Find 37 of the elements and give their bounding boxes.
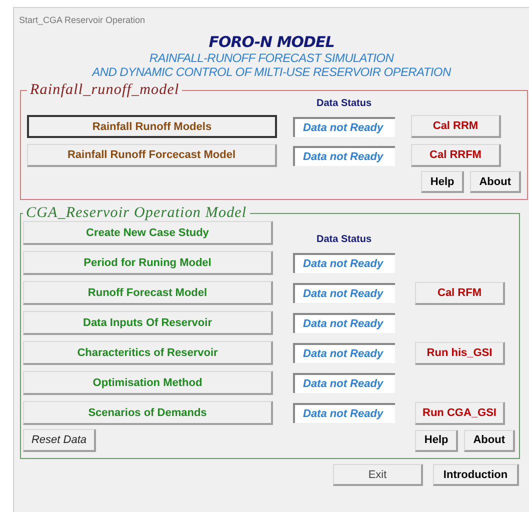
- module-button[interactable]: Characteritics of Reservoir: [23, 341, 273, 365]
- status-field: Data not Ready: [293, 313, 395, 333]
- status-field: Data not Ready: [293, 253, 395, 273]
- window-title: Start_CGA Reservoir Operation: [19, 14, 146, 24]
- module-button[interactable]: Rainfall Runoff Models: [27, 115, 277, 138]
- group-legend: Rainfall_runoff_model: [27, 83, 182, 98]
- column-heading: Data Status: [315, 98, 372, 109]
- action-button[interactable]: Cal RFM: [415, 282, 505, 304]
- dialog-button[interactable]: Help: [421, 171, 464, 193]
- module-button[interactable]: Data Inputs Of Reservoir: [23, 311, 273, 335]
- reset-button[interactable]: Reset Data: [23, 429, 96, 452]
- dialog-button[interactable]: Exit: [333, 464, 423, 486]
- module-button[interactable]: Create New Case Study: [23, 221, 273, 245]
- action-button[interactable]: Cal RRM: [411, 115, 501, 138]
- module-button[interactable]: Period for Runing Model: [23, 251, 273, 275]
- status-field: Data not Ready: [293, 116, 395, 136]
- status-field: Data not Ready: [293, 373, 395, 393]
- module-button[interactable]: Runoff Forecast Model: [23, 281, 273, 305]
- dialog-button[interactable]: Help: [415, 430, 458, 452]
- action-button[interactable]: Cal RRFM: [411, 144, 501, 167]
- status-field: Data not Ready: [293, 283, 395, 303]
- status-field: Data not Ready: [293, 403, 395, 423]
- dialog-button[interactable]: About: [464, 430, 515, 452]
- module-button[interactable]: Rainfall Runoff Forcecast Model: [27, 144, 277, 167]
- dialog-button[interactable]: About: [470, 171, 521, 193]
- group-legend: CGA_Reservoir Operation Model: [23, 206, 250, 221]
- action-button[interactable]: Run his_GSI: [415, 342, 505, 364]
- module-button[interactable]: Scenarios of Demands: [23, 401, 273, 425]
- column-heading: Data Status: [315, 234, 372, 245]
- app-title: FORO-N MODEL: [208, 33, 334, 51]
- status-field: Data not Ready: [293, 343, 395, 363]
- app-subtitle: RAINFALL-RUNOFF FORECAST SIMULATION: [149, 51, 394, 65]
- action-button[interactable]: Run CGA_GSI: [415, 402, 505, 424]
- app-subtitle: AND DYNAMIC CONTROL OF MILTI-USE RESERVOIR OPERATION: [92, 65, 451, 79]
- status-field: Data not Ready: [293, 146, 395, 166]
- dialog-button[interactable]: Introduction: [433, 464, 519, 486]
- module-button[interactable]: Optimisation Method: [23, 371, 273, 395]
